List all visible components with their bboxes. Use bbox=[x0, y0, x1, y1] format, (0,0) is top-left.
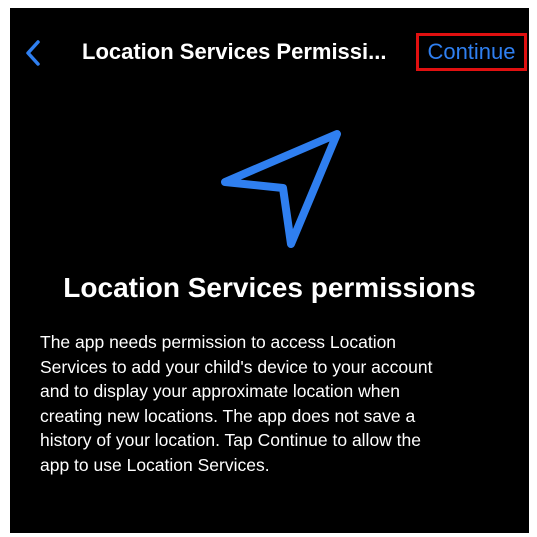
permission-screen: Location Services Permissi... Continue L… bbox=[10, 8, 529, 533]
page-heading: Location Services permissions bbox=[63, 272, 476, 303]
location-arrow-icon bbox=[215, 120, 345, 250]
chevron-left-icon bbox=[26, 40, 40, 66]
back-button[interactable] bbox=[18, 38, 48, 68]
navigation-bar: Location Services Permissi... Continue bbox=[10, 8, 529, 98]
permission-description: The app needs permission to access Locat… bbox=[40, 332, 433, 475]
nav-title: Location Services Permissi... bbox=[82, 39, 387, 64]
continue-button[interactable]: Continue bbox=[416, 33, 527, 71]
